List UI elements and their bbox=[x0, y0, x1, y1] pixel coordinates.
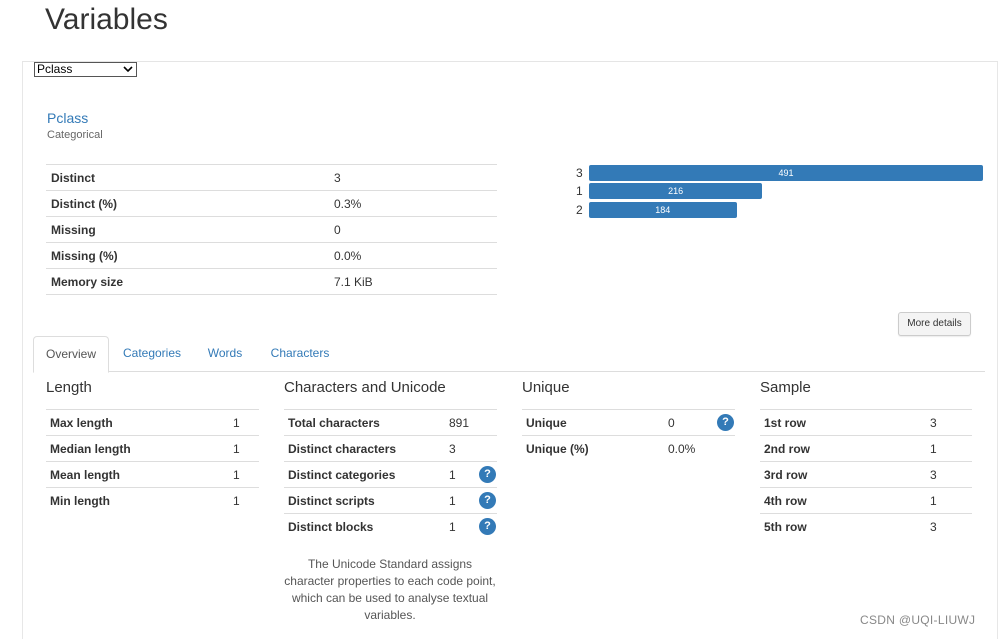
table-row: 1st row 3 bbox=[760, 409, 972, 436]
help-icon[interactable]: ? bbox=[479, 518, 496, 536]
row-value: 1 bbox=[229, 409, 259, 436]
stat-value: 7.1 KiB bbox=[329, 268, 497, 295]
row-label: Min length bbox=[46, 487, 229, 514]
chevron-down-icon bbox=[123, 66, 133, 73]
bar-category-label: 3 bbox=[576, 166, 583, 180]
row-value: 891 bbox=[445, 409, 475, 436]
tab-words[interactable]: Words bbox=[199, 336, 251, 372]
help-icon[interactable]: ? bbox=[717, 414, 734, 431]
table-row: Mean length 1 bbox=[46, 461, 259, 488]
watermark: CSDN @UQI-LIUWJ bbox=[860, 613, 976, 627]
help-icon[interactable]: ? bbox=[479, 492, 496, 509]
table-row: Distinct characters 3 bbox=[284, 435, 497, 462]
stat-value: 0 bbox=[329, 216, 497, 243]
bar-value-label: 491 bbox=[778, 168, 794, 178]
bar: 216 bbox=[589, 183, 763, 199]
stat-label: Memory size bbox=[46, 268, 329, 295]
row-label: Total characters bbox=[284, 409, 445, 436]
table-row: Median length 1 bbox=[46, 435, 259, 462]
section-title-unique: Unique bbox=[522, 379, 570, 396]
table-row: Max length 1 bbox=[46, 409, 259, 436]
row-label: Unique bbox=[522, 409, 664, 436]
stat-value: 0.3% bbox=[329, 190, 497, 217]
bar: 184 bbox=[589, 202, 737, 218]
row-label: Max length bbox=[46, 409, 229, 436]
bar-category-label: 1 bbox=[576, 184, 583, 198]
bar-value-label: 184 bbox=[655, 205, 671, 215]
row-value: 3 bbox=[926, 513, 972, 540]
stat-label: Distinct bbox=[46, 164, 329, 191]
bar-category-label: 2 bbox=[576, 203, 583, 217]
stat-label: Missing bbox=[46, 216, 329, 243]
row-label: Distinct categories bbox=[284, 461, 445, 488]
more-details-button[interactable]: More details bbox=[898, 312, 971, 336]
sample-table: 1st row 3 2nd row 1 3rd row 3 4th row 1 5th … bbox=[760, 409, 972, 540]
section-title-length: Length bbox=[46, 379, 92, 396]
section-title-sample: Sample bbox=[760, 379, 811, 396]
variable-type: Categorical bbox=[47, 129, 103, 141]
tab-categories[interactable]: Categories bbox=[115, 336, 189, 372]
stat-value: 3 bbox=[329, 164, 497, 191]
detail-tabs: Overview Categories Words Characters bbox=[33, 336, 985, 373]
table-row: Unique (%) 0.0% bbox=[522, 435, 735, 462]
table-row: 5th row 3 bbox=[760, 513, 972, 540]
table-row: Memory size 7.1 KiB bbox=[46, 268, 497, 295]
row-value: 0.0% bbox=[664, 435, 713, 462]
table-row: 2nd row 1 bbox=[760, 435, 972, 462]
row-value: 1 bbox=[445, 461, 475, 488]
row-value: 1 bbox=[926, 487, 972, 514]
unique-table: Unique 0? Unique (%) 0.0% bbox=[522, 409, 735, 462]
length-table: Max length 1 Median length 1 Mean length 1 … bbox=[46, 409, 259, 514]
row-value: 3 bbox=[445, 435, 475, 462]
row-label: Distinct scripts bbox=[284, 487, 445, 514]
row-value: 1 bbox=[229, 487, 259, 514]
row-label: 4th row bbox=[760, 487, 926, 514]
row-label: Unique (%) bbox=[522, 435, 664, 462]
tab-overview[interactable]: Overview bbox=[33, 336, 109, 373]
table-row: Distinct scripts 1? bbox=[284, 487, 497, 514]
tab-characters[interactable]: Characters bbox=[263, 336, 337, 372]
row-label: 1st row bbox=[760, 409, 926, 436]
unicode-table: Total characters 891 Distinct characters 3… bbox=[284, 409, 497, 540]
stat-label: Missing (%) bbox=[46, 242, 329, 269]
table-row: Distinct 3 bbox=[46, 164, 497, 191]
table-row: Unique 0? bbox=[522, 409, 735, 436]
row-value: 1 bbox=[926, 435, 972, 462]
table-row: Missing 0 bbox=[46, 216, 497, 243]
stat-value: 0.0% bbox=[329, 242, 497, 269]
row-value: 3 bbox=[926, 461, 972, 488]
row-value: 1 bbox=[445, 513, 475, 540]
variable-stats-table: Distinct 3 Distinct (%) 0.3% Missing 0 M… bbox=[46, 164, 497, 295]
row-label: Median length bbox=[46, 435, 229, 462]
table-row: Distinct categories 1? bbox=[284, 461, 497, 488]
table-row: Distinct (%) 0.3% bbox=[46, 190, 497, 217]
row-value: 3 bbox=[926, 409, 972, 436]
row-label: Distinct blocks bbox=[284, 513, 445, 540]
table-row: Total characters 891 bbox=[284, 409, 497, 436]
variable-name-link[interactable]: Pclass bbox=[47, 110, 88, 126]
help-icon[interactable]: ? bbox=[479, 466, 496, 483]
unicode-note: The Unicode Standard assigns character p… bbox=[284, 557, 496, 622]
row-label: Distinct characters bbox=[284, 435, 445, 462]
page-title: Variables bbox=[45, 3, 168, 36]
table-row: Missing (%) 0.0% bbox=[46, 242, 497, 269]
row-value: 1 bbox=[229, 435, 259, 462]
row-label: Mean length bbox=[46, 461, 229, 488]
stat-label: Distinct (%) bbox=[46, 190, 329, 217]
bar: 491 bbox=[589, 165, 983, 181]
row-value: 1 bbox=[229, 461, 259, 488]
table-row: Min length 1 bbox=[46, 487, 259, 514]
variable-select-value: Pclass bbox=[37, 62, 73, 76]
variable-select[interactable]: Pclass bbox=[34, 62, 137, 77]
row-label: 3rd row bbox=[760, 461, 926, 488]
row-label: 2nd row bbox=[760, 435, 926, 462]
table-row: 3rd row 3 bbox=[760, 461, 972, 488]
row-value: 0 bbox=[664, 409, 713, 436]
row-value: 1 bbox=[445, 487, 475, 514]
table-row: Distinct blocks 1? bbox=[284, 513, 497, 540]
row-label: 5th row bbox=[760, 513, 926, 540]
table-row: 4th row 1 bbox=[760, 487, 972, 514]
section-title-unicode: Characters and Unicode bbox=[284, 379, 446, 396]
bar-value-label: 216 bbox=[668, 186, 684, 196]
